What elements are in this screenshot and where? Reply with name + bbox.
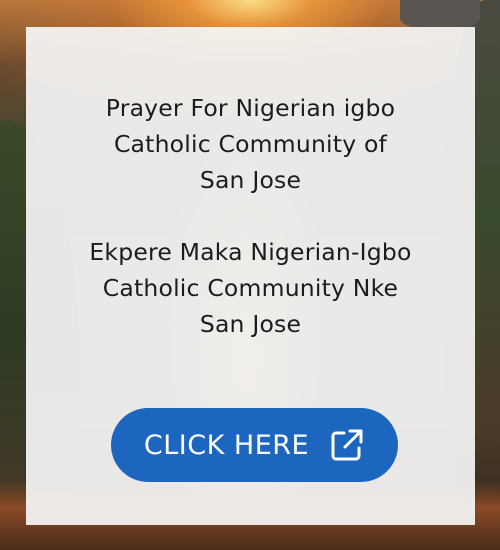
external-link-icon	[331, 429, 363, 461]
click-here-button[interactable]: CLICK HERE	[111, 408, 398, 482]
english-title-line-2: Catholic Community of	[113, 130, 388, 158]
igbo-title-line-3: San Jose	[199, 310, 302, 338]
english-prayer-title: Prayer For Nigerian igbo Catholic Commun…	[26, 90, 475, 198]
igbo-title-line-1: Ekpere Maka Nigerian-Igbo	[89, 238, 412, 266]
igbo-prayer-title: Ekpere Maka Nigerian-Igbo Catholic Commu…	[26, 234, 475, 342]
click-here-label: CLICK HERE	[143, 429, 310, 461]
prayer-card: Prayer For Nigerian igbo Catholic Commun…	[26, 27, 475, 525]
top-rock	[400, 0, 480, 30]
igbo-title-line-2: Catholic Community Nke	[102, 274, 399, 302]
english-title-line-1: Prayer For Nigerian igbo	[105, 94, 396, 122]
english-title-line-3: San Jose	[199, 166, 302, 194]
